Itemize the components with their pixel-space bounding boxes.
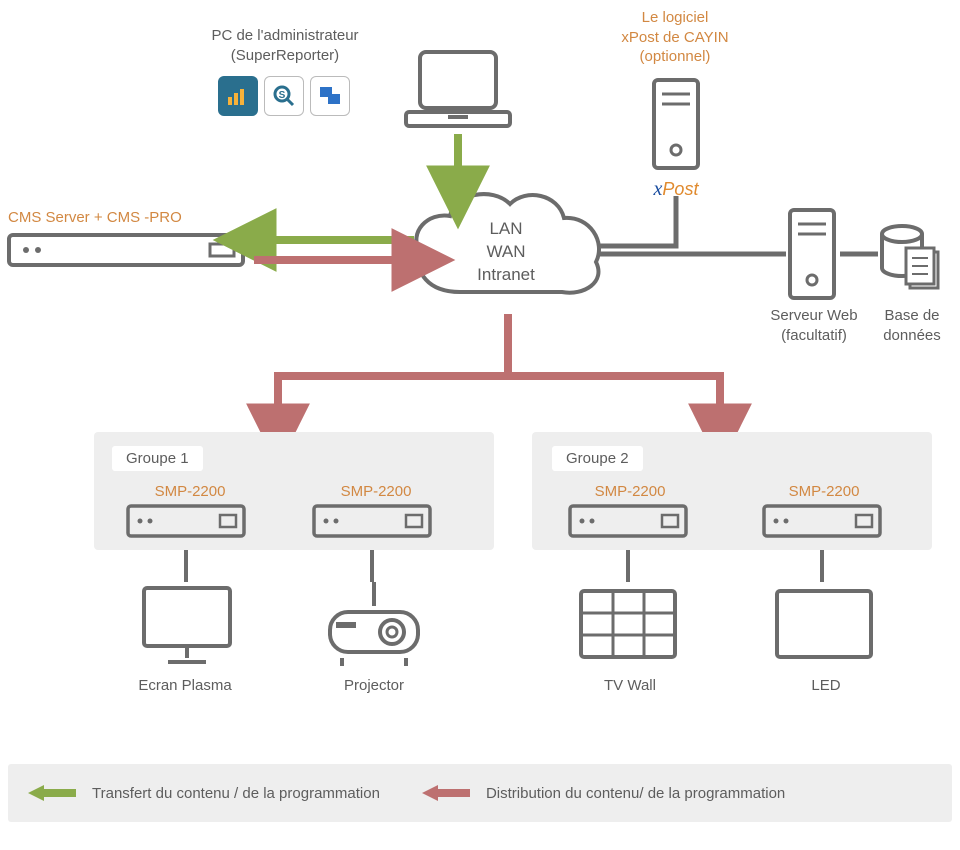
smp-player-icon [762,504,882,538]
g2p1-label: SMP-2200 [580,482,680,502]
smp-player-icon [126,504,246,538]
g2d2-label: LED [776,676,876,696]
smp-player-icon [568,504,688,538]
legend-arrow-green-icon [26,783,80,803]
g1p2-label: SMP-2200 [326,482,426,502]
legend-transfer: Transfert du contenu / de la programmati… [26,783,380,803]
group2-tab: Groupe 2 [552,446,643,471]
legend-arrow-red-icon [420,783,474,803]
conn-xpost-to-cloud [600,196,676,246]
legend-distribution: Distribution du contenu/ de la programma… [420,783,785,803]
plasma-screen-icon [140,584,234,668]
connectors [0,0,960,850]
tv-wall-icon [578,588,678,660]
led-display-icon [774,588,874,660]
legend-transfer-text: Transfert du contenu / de la programmati… [92,785,380,802]
g1p1-label: SMP-2200 [140,482,240,502]
g2d1-label: TV Wall [580,676,680,696]
legend: Transfert du contenu / de la programmati… [8,764,952,822]
g1d1-label: Ecran Plasma [130,676,240,696]
group1-tab: Groupe 1 [112,446,203,471]
g1d2-label: Projector [324,676,424,696]
legend-distribution-text: Distribution du contenu/ de la programma… [486,785,785,802]
projector-icon [324,582,424,670]
g2p2-label: SMP-2200 [774,482,874,502]
smp-player-icon [312,504,432,538]
